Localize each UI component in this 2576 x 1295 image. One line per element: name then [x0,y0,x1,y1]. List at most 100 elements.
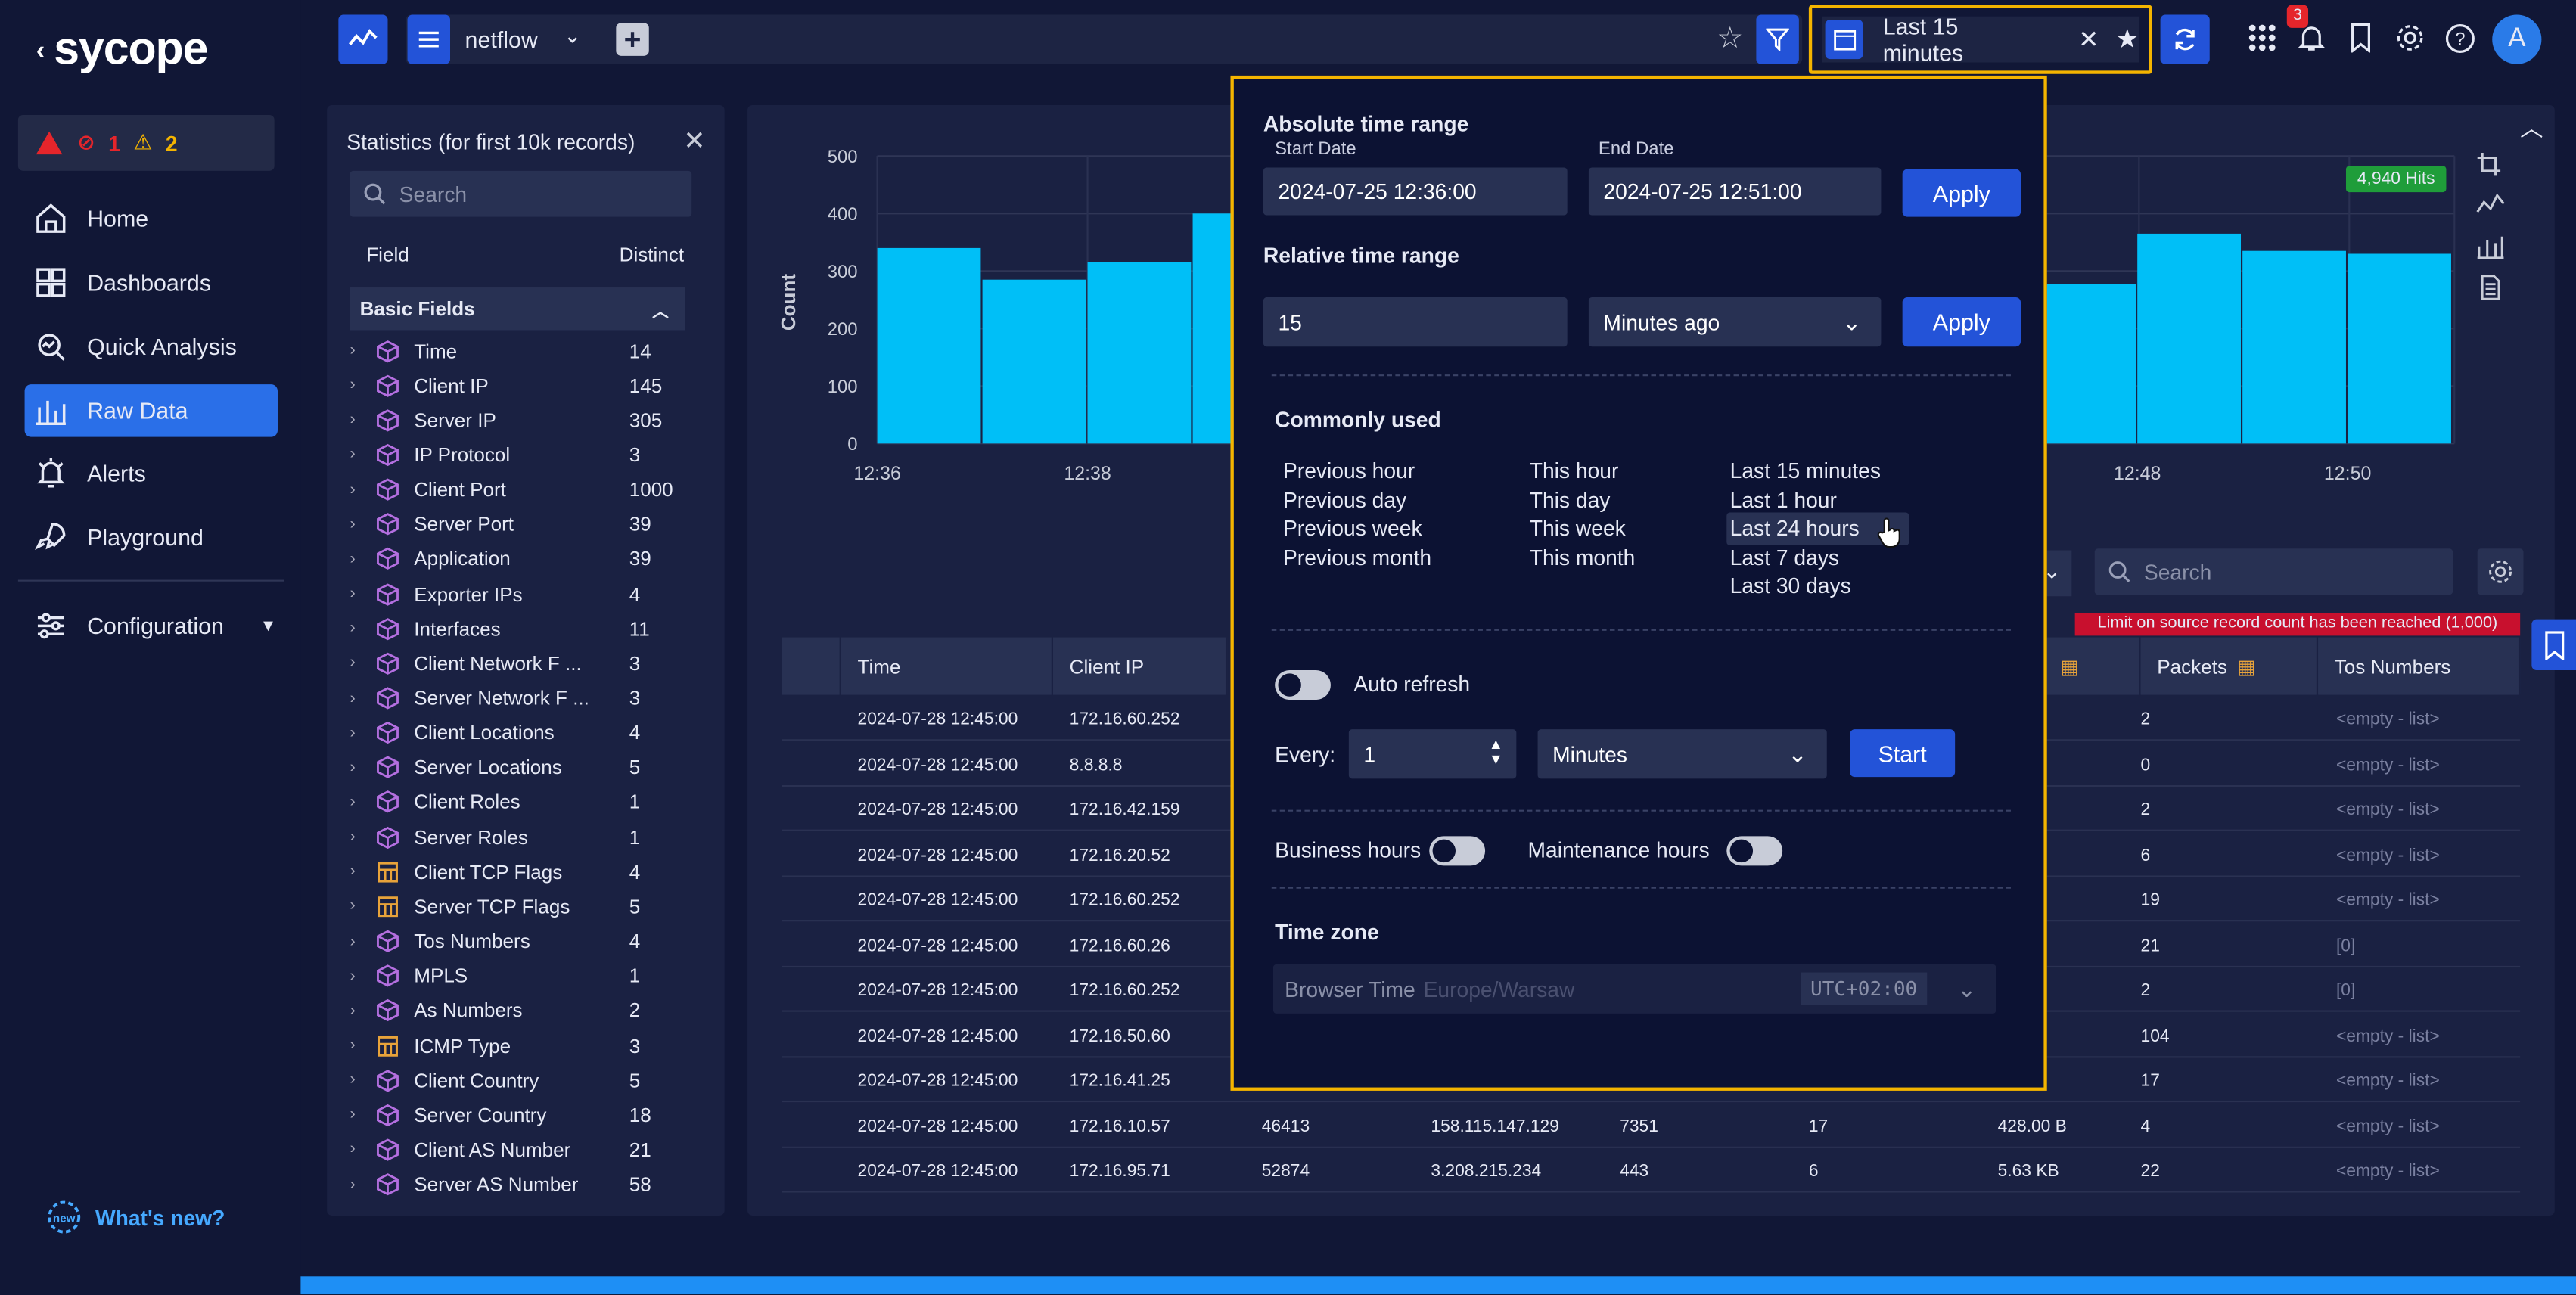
sidebar-item-alerts[interactable]: Alerts [25,447,278,499]
chevron-right-icon[interactable]: › [350,793,367,812]
sidebar-item-home[interactable]: Home [25,192,278,244]
quick-range-last-15-minutes[interactable]: Last 15 minutes [1730,458,1881,483]
apply-relative-button[interactable]: Apply [1902,297,2021,347]
quick-range-last-30-days[interactable]: Last 30 days [1730,574,1851,599]
stat-field-row[interactable]: › Server Port 39 [350,507,695,542]
quick-range-last-24-hours[interactable]: Last 24 hours [1730,516,1860,541]
time-zone-select[interactable]: Browser Time Europe/Warsaw UTC+02:00 ⌄ [1272,964,1996,1014]
business-hours-toggle[interactable] [1429,836,1486,866]
chevron-right-icon[interactable]: › [350,828,367,846]
start-date-input[interactable]: 2024-07-25 12:36:00 [1263,167,1568,216]
chevron-right-icon[interactable]: › [350,1071,367,1089]
app-logo[interactable]: ‹ sycope [36,23,209,75]
quick-range-this-week[interactable]: This week [1530,516,1626,541]
quick-range-last-1-hour[interactable]: Last 1 hour [1730,487,1837,512]
source-icon-button[interactable] [407,14,451,64]
stat-field-row[interactable]: › Client Network F ... 3 [350,646,695,681]
chevron-right-icon[interactable]: › [350,342,367,360]
close-icon[interactable]: ✕ [2078,25,2099,54]
chevron-right-icon[interactable]: › [350,480,367,498]
sidebar-item-playground[interactable]: Playground [25,511,278,563]
sidebar-item-configuration[interactable]: Configuration ▼ [25,600,278,652]
chevron-right-icon[interactable]: › [350,377,367,395]
relative-unit-select[interactable]: Minutes ago ⌄ [1588,297,1882,347]
stat-field-row[interactable]: › Client Port 1000 [350,473,695,508]
maintenance-hours-toggle[interactable] [1726,836,1783,866]
quick-range-previous-hour[interactable]: Previous hour [1283,458,1415,483]
table-row[interactable]: 2024-07-28 12:45:00 172.16.95.71 52874 3.20… [782,1148,2521,1193]
stat-field-row[interactable]: › Server Locations 5 [350,750,695,785]
stat-field-row[interactable]: › Server Roles 1 [350,820,695,855]
bell-icon[interactable] [2297,23,2326,61]
line-chart-icon[interactable] [2476,192,2506,219]
table-header-packets[interactable]: Packets ▦ [2140,637,2319,695]
gear-icon[interactable] [2395,23,2425,61]
histogram-bar[interactable] [2348,253,2451,444]
alerts-summary[interactable]: ⊘ 1 ⚠ 2 [17,115,275,171]
stat-field-row[interactable]: › ICMP Type 3 [350,1028,695,1063]
bar-chart-icon[interactable] [2476,233,2506,259]
section-basic-fields[interactable]: Basic Fields ︿ [350,287,685,331]
table-header-tos-numbers[interactable]: Tos Numbers [2318,637,2521,695]
chevron-right-icon[interactable]: › [350,585,367,603]
activity-button[interactable] [338,14,388,64]
stat-field-row[interactable]: › Server IP 305 [350,403,695,438]
apps-grid-icon[interactable] [2248,23,2277,61]
histogram-bar[interactable] [877,247,981,444]
side-bookmark-button[interactable] [2531,619,2576,670]
chevron-right-icon[interactable]: › [350,689,367,707]
bookmark-icon[interactable] [2349,23,2372,61]
chevron-down-icon[interactable]: ⌄ [564,23,582,49]
sidebar-item-dashboards[interactable]: Dashboards [25,256,278,309]
stepper-arrows-icon[interactable]: ▲ ▼ [1489,737,1503,767]
chevron-right-icon[interactable]: › [350,1141,367,1159]
add-filter-button[interactable]: + [616,23,649,56]
stat-field-row[interactable]: › Client Locations 4 [350,716,695,750]
quick-range-this-month[interactable]: This month [1530,545,1636,570]
avatar[interactable]: A [2492,14,2542,64]
end-date-input[interactable]: 2024-07-25 12:51:00 [1588,167,1882,216]
chevron-right-icon[interactable]: › [350,411,367,430]
chevron-right-icon[interactable]: › [350,759,367,777]
quick-range-previous-month[interactable]: Previous month [1283,545,1431,570]
stat-field-row[interactable]: › Server AS Number 58 [350,1167,695,1202]
stat-field-row[interactable]: › Client TCP Flags 4 [350,855,695,890]
stat-field-row[interactable]: › MPLS 1 [350,959,695,994]
refresh-button[interactable] [2160,14,2210,64]
histogram-bar[interactable] [2032,284,2136,444]
help-icon[interactable]: ? [2444,23,2475,62]
apply-absolute-button[interactable]: Apply [1902,169,2021,217]
whats-new-link[interactable]: new What's new? [46,1199,225,1235]
chevron-right-icon[interactable]: › [350,1106,367,1124]
stat-field-row[interactable]: › Time 14 [350,334,695,368]
star-outline-icon[interactable]: ☆ [1717,21,1743,56]
chevron-right-icon[interactable]: › [350,515,367,533]
stats-search-input[interactable]: Search [350,170,692,217]
quick-range-this-day[interactable]: This day [1530,487,1611,512]
filter-button[interactable] [1756,14,1799,64]
chevron-right-icon[interactable]: › [350,724,367,742]
chevron-right-icon[interactable]: › [350,1002,367,1020]
crop-icon[interactable] [2476,151,2506,178]
stat-field-row[interactable]: › Application 39 [350,542,695,576]
quick-range-previous-day[interactable]: Previous day [1283,487,1406,512]
stat-field-row[interactable]: › Tos Numbers 4 [350,924,695,959]
chevron-right-icon[interactable]: › [350,550,367,568]
stat-field-row[interactable]: › Server Network F ... 3 [350,681,695,716]
every-unit-select[interactable]: Minutes ⌄ [1537,729,1827,779]
stat-field-row[interactable]: › Server Country 18 [350,1098,695,1132]
chevron-right-icon[interactable]: › [350,898,367,916]
quick-range-last-7-days[interactable]: Last 7 days [1730,545,1839,570]
stat-field-row[interactable]: › Client AS Number 21 [350,1132,695,1167]
table-header-client-ip[interactable]: Client IP [1052,637,1228,695]
stat-field-row[interactable]: › IP Protocol 3 [350,438,695,473]
stat-field-row[interactable]: › Interfaces 11 [350,611,695,646]
histogram-bar[interactable] [982,279,1086,444]
stat-field-row[interactable]: › Client Country 5 [350,1063,695,1098]
every-amount-stepper[interactable]: 1 ▲ ▼ [1348,729,1517,779]
chevron-right-icon[interactable]: › [350,654,367,672]
chevron-right-icon[interactable]: › [350,1036,367,1054]
quick-range-previous-week[interactable]: Previous week [1283,516,1422,541]
back-icon[interactable]: ‹ [36,37,45,65]
table-header-bytes[interactable]: ▦ [2043,637,2141,695]
